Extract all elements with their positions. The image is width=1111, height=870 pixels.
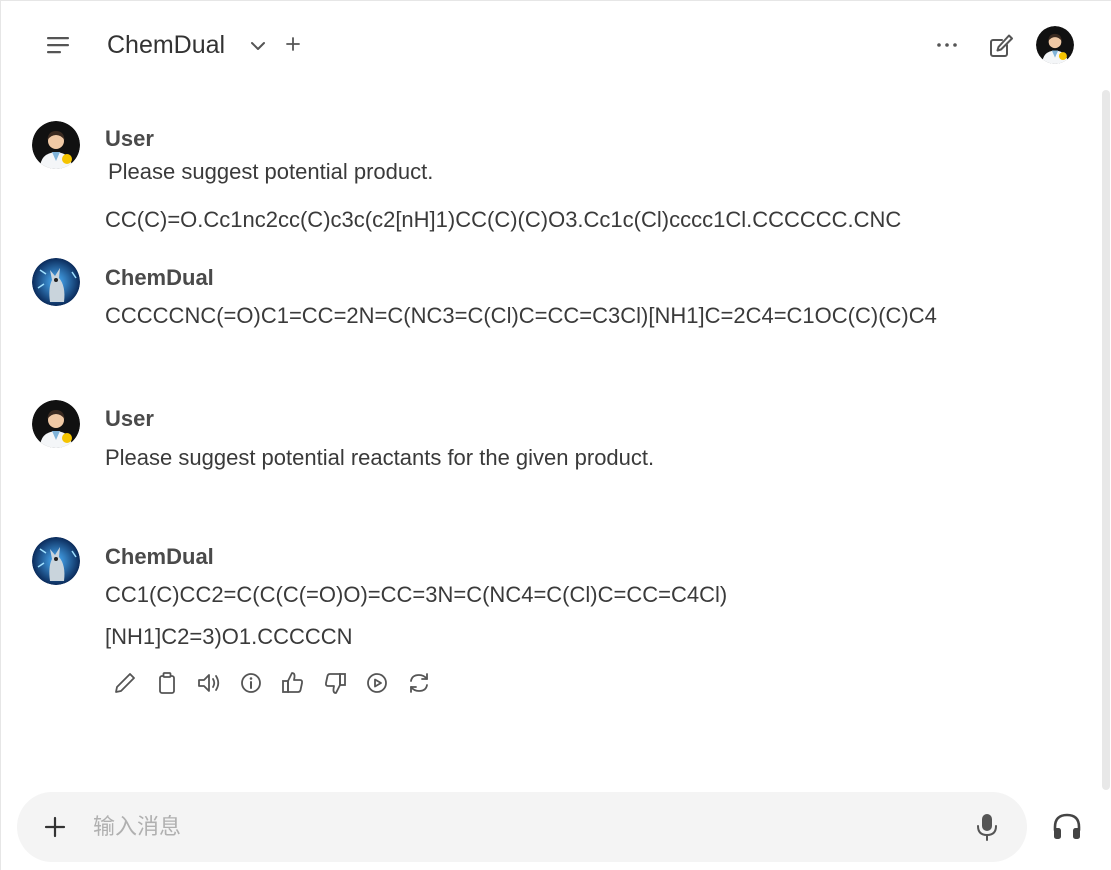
top-bar: ChemDual [0, 0, 1111, 90]
more-options-icon[interactable] [934, 33, 960, 57]
menu-icon[interactable] [46, 34, 72, 56]
chemdual-avatar [32, 258, 80, 306]
profile-avatar[interactable] [1036, 26, 1074, 64]
thumbs-up-icon[interactable] [280, 670, 306, 696]
window-frame [0, 0, 1111, 870]
sender-name: User [105, 126, 154, 151]
sender-name: ChemDual [105, 265, 214, 290]
info-icon[interactable] [238, 670, 264, 696]
message-smiles-line-2: [NH1]C2=3)O1.CCCCCN [105, 624, 353, 649]
user-avatar [32, 400, 80, 448]
copy-icon[interactable] [154, 670, 180, 696]
message-smiles: CCCCCNC(=O)C1=CC=2N=C(NC3=C(Cl)C=CC=C3Cl… [105, 303, 937, 328]
play-icon[interactable] [364, 670, 390, 696]
message-smiles: CC(C)=O.Cc1nc2cc(C)c3c(c2[nH]1)CC(C)(C)O… [105, 207, 902, 232]
message-smiles-line-1: CC1(C)CC2=C(C(C(=O)O)=CC=3N=C(NC4=C(Cl)C… [105, 582, 728, 607]
regenerate-icon[interactable] [406, 670, 432, 696]
sender-name: User [105, 406, 154, 431]
attach-plus-icon[interactable] [43, 815, 67, 839]
edit-icon[interactable] [112, 670, 138, 696]
message-composer [17, 792, 1027, 862]
new-chat-icon[interactable] [987, 32, 1015, 60]
chemdual-avatar [32, 537, 80, 585]
message-text: Please suggest potential product. [108, 159, 434, 184]
model-name: ChemDual [107, 31, 226, 59]
message-input[interactable] [93, 806, 953, 848]
scrollbar[interactable] [1102, 90, 1110, 790]
message-text: Please suggest potential reactants for t… [105, 445, 655, 470]
read-aloud-icon[interactable] [196, 670, 222, 696]
new-model-plus-icon[interactable] [282, 33, 304, 55]
user-avatar [32, 121, 80, 169]
chevron-down-icon[interactable] [248, 36, 268, 56]
model-selector[interactable]: ChemDual [107, 30, 225, 60]
thumbs-down-icon[interactable] [322, 670, 348, 696]
headphones-icon[interactable] [1050, 810, 1084, 844]
microphone-icon[interactable] [975, 812, 999, 842]
sender-name: ChemDual [105, 544, 214, 569]
